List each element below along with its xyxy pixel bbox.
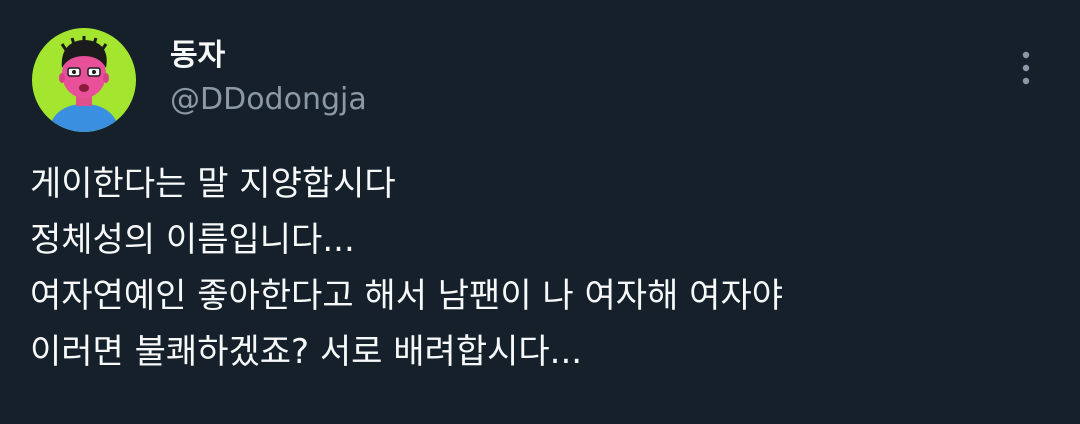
cartoon-person-avatar-icon bbox=[32, 28, 136, 132]
vertical-ellipsis-icon bbox=[1022, 51, 1030, 85]
tweet-text-line: 게이한다는 말 지양합시다 bbox=[30, 164, 396, 204]
avatar[interactable] bbox=[32, 28, 136, 132]
author-display-name[interactable]: 동자 bbox=[170, 36, 225, 76]
author-handle[interactable]: @DDodongja bbox=[170, 80, 367, 120]
more-options-button[interactable] bbox=[1004, 46, 1048, 90]
tweet-text-line: 정체성의 이름입니다... bbox=[30, 220, 355, 260]
tweet: 동자 @DDodongja 게이한다는 말 지양합시다 정체성의 이름입니다..… bbox=[0, 0, 1080, 424]
tweet-text: 게이한다는 말 지양합시다 정체성의 이름입니다... 여자연예인 좋아한다고 … bbox=[30, 156, 1060, 380]
tweet-text-line: 이러면 불쾌하겠죠? 서로 배려합시다... bbox=[30, 332, 583, 372]
tweet-text-line: 여자연예인 좋아한다고 해서 남팬이 나 여자해 여자야 bbox=[30, 276, 784, 316]
